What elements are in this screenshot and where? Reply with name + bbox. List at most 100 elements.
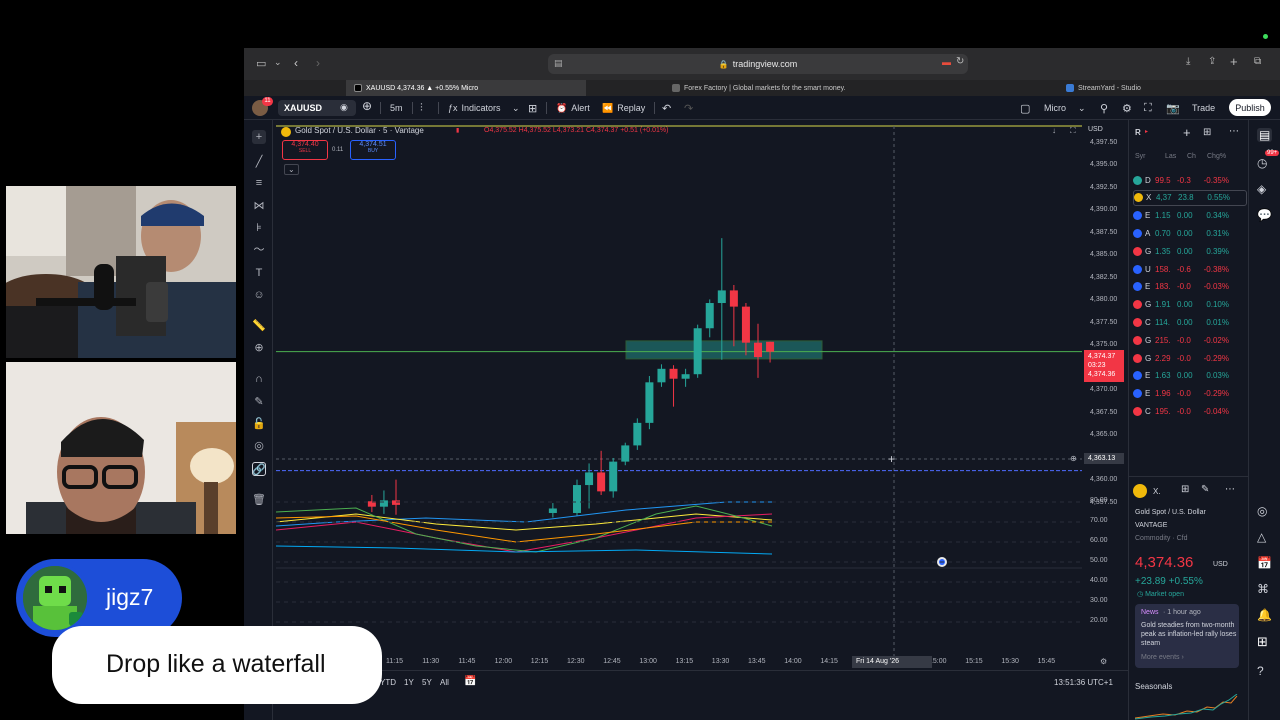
- collapse-legend-icon[interactable]: ⌄: [284, 164, 299, 175]
- undo-icon[interactable]: ↶: [662, 101, 671, 115]
- watchlist-row[interactable]: G 215. -0.0 -0.02%: [1133, 332, 1247, 348]
- layout-icon[interactable]: ▢: [1020, 101, 1030, 115]
- link-icon[interactable]: 🔗: [252, 462, 266, 476]
- more-icon[interactable]: ⋯: [1229, 126, 1239, 137]
- chevron-down-icon[interactable]: ⌄: [274, 57, 282, 68]
- range-5y[interactable]: 5Y: [422, 678, 432, 687]
- fib-icon[interactable]: ≡: [252, 176, 266, 190]
- ideas-icon[interactable]: ⌘: [1257, 582, 1269, 596]
- magnet-icon[interactable]: ∩: [252, 372, 266, 386]
- triangle-icon[interactable]: △: [1257, 530, 1266, 544]
- zoom-in-icon[interactable]: ⊕: [252, 340, 266, 354]
- chart-pane[interactable]: +: [275, 122, 1126, 662]
- date-range-icon[interactable]: 📅: [464, 676, 476, 687]
- tab-forex-factory[interactable]: Forex Factory | Global markets for the s…: [664, 80, 924, 96]
- lock-icon[interactable]: 🔓: [252, 416, 266, 430]
- page-menu-icon[interactable]: ▤: [554, 58, 563, 69]
- chat-icon[interactable]: 💬: [1257, 208, 1272, 222]
- publish-button[interactable]: Publish: [1229, 99, 1271, 116]
- watchlist-icon[interactable]: ▤: [1257, 128, 1273, 142]
- watchlist-row[interactable]: U 158. -0.6 -0.38%: [1133, 261, 1247, 277]
- share-icon[interactable]: ⇪: [1208, 56, 1216, 67]
- crosshair-icon[interactable]: +: [252, 130, 266, 144]
- prediction-icon[interactable]: ⊧: [252, 220, 266, 234]
- range-all[interactable]: All: [440, 678, 449, 687]
- tab-tradingview[interactable]: XAUUSD 4,374.36 ▲ +0.55% Micro: [346, 80, 586, 96]
- clock-timezone[interactable]: 13:51:36 UTC+1: [1054, 678, 1113, 687]
- bell-icon[interactable]: 🔔: [1257, 608, 1272, 622]
- camera-icon[interactable]: 📷: [1166, 101, 1180, 115]
- new-tab-icon[interactable]: +: [1230, 54, 1238, 69]
- layout-name-button[interactable]: Micro: [1044, 101, 1066, 115]
- sidebar-toggle-icon[interactable]: ▭: [256, 57, 266, 70]
- watchlist-row[interactable]: G 2.29 -0.0 -0.29%: [1133, 350, 1247, 366]
- chevron-down-icon[interactable]: ⌄: [512, 101, 520, 115]
- candles-icon[interactable]: ⫶: [420, 101, 423, 115]
- watchlist-row[interactable]: E 1.63 0.00 0.03%: [1133, 368, 1247, 384]
- watchlist-row[interactable]: G 1.91 0.00 0.10%: [1133, 297, 1247, 313]
- symbol-search[interactable]: XAUUSD ◉: [278, 100, 356, 116]
- watchlist-row[interactable]: C 195. -0.0 -0.04%: [1133, 403, 1247, 419]
- apps-icon[interactable]: ⊞: [1257, 634, 1268, 650]
- watchlist-row[interactable]: C 114. 0.00 0.01%: [1133, 314, 1247, 330]
- seasonals-title[interactable]: Seasonals: [1135, 682, 1172, 691]
- alerts-icon[interactable]: ◷: [1257, 156, 1267, 170]
- eye-icon[interactable]: ◉: [340, 102, 348, 113]
- trash-icon[interactable]: 🗑: [252, 492, 266, 506]
- axis-settings-icon[interactable]: ⚙: [1100, 657, 1107, 666]
- interval-button[interactable]: 5m: [390, 101, 403, 115]
- watchlist-row[interactable]: E 183. -0.0 -0.03%: [1133, 279, 1247, 295]
- grid-icon[interactable]: ⊞: [1181, 484, 1189, 495]
- templates-icon[interactable]: ⊞: [528, 101, 537, 115]
- watchlist-row[interactable]: A 0.70 0.00 0.31%: [1133, 225, 1247, 241]
- advanced-view-icon[interactable]: ⊞: [1203, 127, 1211, 138]
- col-change-pct[interactable]: Chg%: [1207, 153, 1237, 160]
- tab-streamyard[interactable]: StreamYard - Studio: [1058, 80, 1208, 96]
- watchlist-row[interactable]: D 99.5 -0.3 -0.35%: [1133, 172, 1247, 188]
- download-icon[interactable]: ⤓: [1186, 56, 1190, 67]
- reload-icon[interactable]: ↻: [956, 56, 964, 67]
- visibility-icon[interactable]: ◎: [252, 438, 266, 452]
- pencil-lock-icon[interactable]: ✎: [252, 394, 266, 408]
- chevron-down-icon[interactable]: ▸: [1145, 128, 1148, 135]
- add-alert-icon[interactable]: ⊕: [1070, 454, 1077, 463]
- extension-icon[interactable]: ▬: [942, 57, 951, 67]
- edit-icon[interactable]: ✎: [1201, 484, 1209, 495]
- col-change[interactable]: Ch: [1187, 153, 1207, 160]
- watchlist-title[interactable]: R: [1135, 128, 1141, 137]
- help-icon[interactable]: ?: [1257, 664, 1264, 678]
- tabs-overview-icon[interactable]: ⧉: [1254, 56, 1261, 67]
- text-icon[interactable]: T: [252, 266, 266, 280]
- download-icon[interactable]: ↓: [1052, 126, 1056, 135]
- range-ytd[interactable]: YTD: [380, 678, 396, 687]
- target-icon[interactable]: ◎: [1257, 504, 1267, 518]
- col-last[interactable]: Las: [1165, 153, 1187, 160]
- replay-button[interactable]: ⏪ Replay: [602, 101, 645, 115]
- redo-icon[interactable]: ↷: [684, 101, 693, 115]
- pattern-icon[interactable]: ⋈: [252, 198, 266, 212]
- layers-icon[interactable]: ◈: [1257, 182, 1266, 196]
- more-icon[interactable]: ⋯: [1225, 484, 1235, 495]
- news-card[interactable]: News · 1 hour ago Gold steadies from two…: [1135, 604, 1239, 668]
- sell-button[interactable]: 4,374.40 SELL: [282, 140, 328, 160]
- trendline-icon[interactable]: ╱: [252, 154, 266, 168]
- indicators-button[interactable]: ƒx Indicators: [448, 101, 501, 115]
- forward-icon[interactable]: ›: [316, 56, 320, 70]
- watchlist-row[interactable]: E 1.15 0.00 0.34%: [1133, 208, 1247, 224]
- buy-button[interactable]: 4,374.51 BUY: [350, 140, 396, 160]
- alert-button[interactable]: ⏰ Alert: [556, 101, 590, 115]
- price-scale[interactable]: 4,397.50 4,395.00 4,392.50 4,390.00 4,387.50…: [1082, 122, 1126, 662]
- maximize-icon[interactable]: ⛶: [1070, 126, 1076, 136]
- emoji-icon[interactable]: ☺: [252, 288, 266, 302]
- chevron-down-icon[interactable]: ⌄: [1078, 101, 1086, 115]
- range-1y[interactable]: 1Y: [404, 678, 414, 687]
- compare-add-icon[interactable]: ⊕: [362, 99, 372, 113]
- url-bar[interactable]: 🔒 tradingview.com: [548, 54, 968, 74]
- quick-search-icon[interactable]: ⚲: [1100, 101, 1108, 115]
- add-symbol-icon[interactable]: +: [1183, 125, 1191, 140]
- watchlist-row[interactable]: E 1.96 -0.0 -0.29%: [1133, 386, 1247, 402]
- time-axis[interactable]: 11:15 11:30 11:45 12:00 12:15 12:30 12:45 13:00…: [276, 656, 1082, 670]
- back-icon[interactable]: ‹: [294, 56, 298, 70]
- watchlist-row[interactable]: G 1.35 0.00 0.39%: [1133, 243, 1247, 259]
- trade-button[interactable]: Trade: [1192, 101, 1215, 115]
